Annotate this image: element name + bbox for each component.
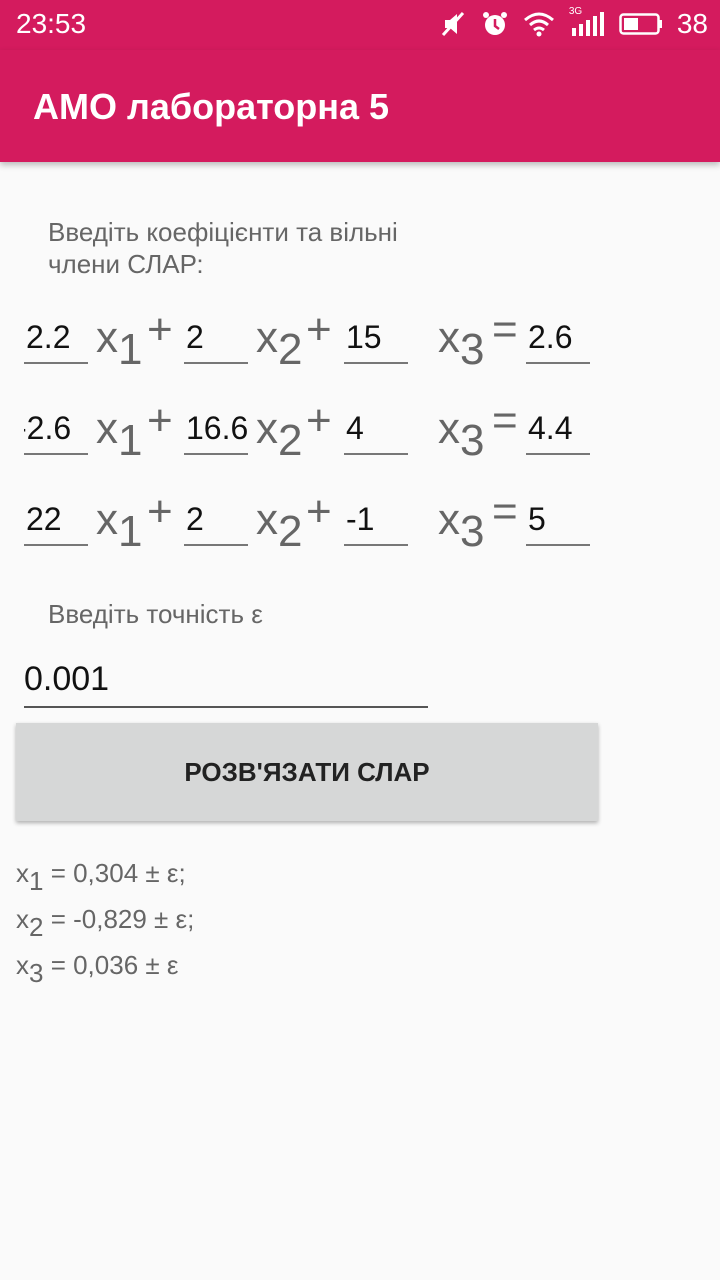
wifi-icon (523, 12, 554, 37)
var-x2-label: x2 (256, 404, 303, 465)
app-bar: АМО лабораторна 5 (0, 50, 720, 162)
equals-sign: = (492, 487, 518, 536)
var-x1-label: x1 (96, 404, 143, 465)
battery-level: 38 (676, 8, 708, 39)
plus-sign: + (147, 487, 173, 536)
plus-sign: + (306, 305, 332, 354)
coef-a33-input[interactable]: -1 (344, 494, 408, 546)
var-x3-label: x3 (438, 495, 485, 556)
status-icons: 3G 38 (441, 6, 708, 40)
coef-a12-input[interactable]: 2 (184, 312, 248, 364)
plus-sign: + (147, 305, 173, 354)
signal-icon: 3G (569, 6, 605, 38)
coef-a32-input[interactable]: 2 (184, 494, 248, 546)
epsilon-input[interactable]: 0.001 (24, 652, 428, 708)
status-time: 23:53 (16, 8, 87, 39)
plus-sign: + (306, 487, 332, 536)
coef-a13-input[interactable]: 15 (344, 312, 408, 364)
var-x1-label: x1 (96, 495, 143, 556)
coef-a23-input[interactable]: 4 (344, 403, 408, 455)
equals-sign: = (492, 396, 518, 445)
result-x2: x2 = -0,829 ± ε; (16, 904, 195, 942)
app-title: АМО лабораторна 5 (33, 86, 390, 127)
coef-a11-input[interactable]: 2.2 (24, 312, 88, 364)
battery-icon (619, 13, 662, 35)
plus-sign: + (147, 396, 173, 445)
free-term-b1-input[interactable]: 2.6 (526, 312, 590, 364)
var-x2-label: x2 (256, 313, 303, 374)
coef-a22-input[interactable]: 16.6 (184, 403, 248, 455)
result-x1: x1 = 0,304 ± ε; (16, 858, 186, 896)
var-x1-label: x1 (96, 313, 143, 374)
var-x3-label: x3 (438, 404, 485, 465)
coefficients-instruction: Введіть коефіцієнти та вільні члени СЛАР… (48, 217, 398, 279)
result-x3: x3 = 0,036 ± ε (16, 950, 179, 988)
plus-sign: + (306, 396, 332, 445)
free-term-b2-input[interactable]: 4.4 (526, 403, 590, 455)
equals-sign: = (492, 305, 518, 354)
precision-instruction: Введіть точність ε (48, 599, 263, 629)
mute-icon (441, 11, 464, 37)
coef-a21-input[interactable]: -2.6 (24, 403, 88, 455)
var-x3-label: x3 (438, 313, 485, 374)
status-bar: 23:53 3G 38 (0, 0, 720, 50)
var-x2-label: x2 (256, 495, 303, 556)
alarm-icon (482, 12, 507, 35)
free-term-b3-input[interactable]: 5 (526, 494, 590, 546)
solve-button[interactable]: РОЗВ'ЯЗАТИ СЛАР (16, 723, 598, 821)
coef-a31-input[interactable]: 22 (24, 494, 88, 546)
